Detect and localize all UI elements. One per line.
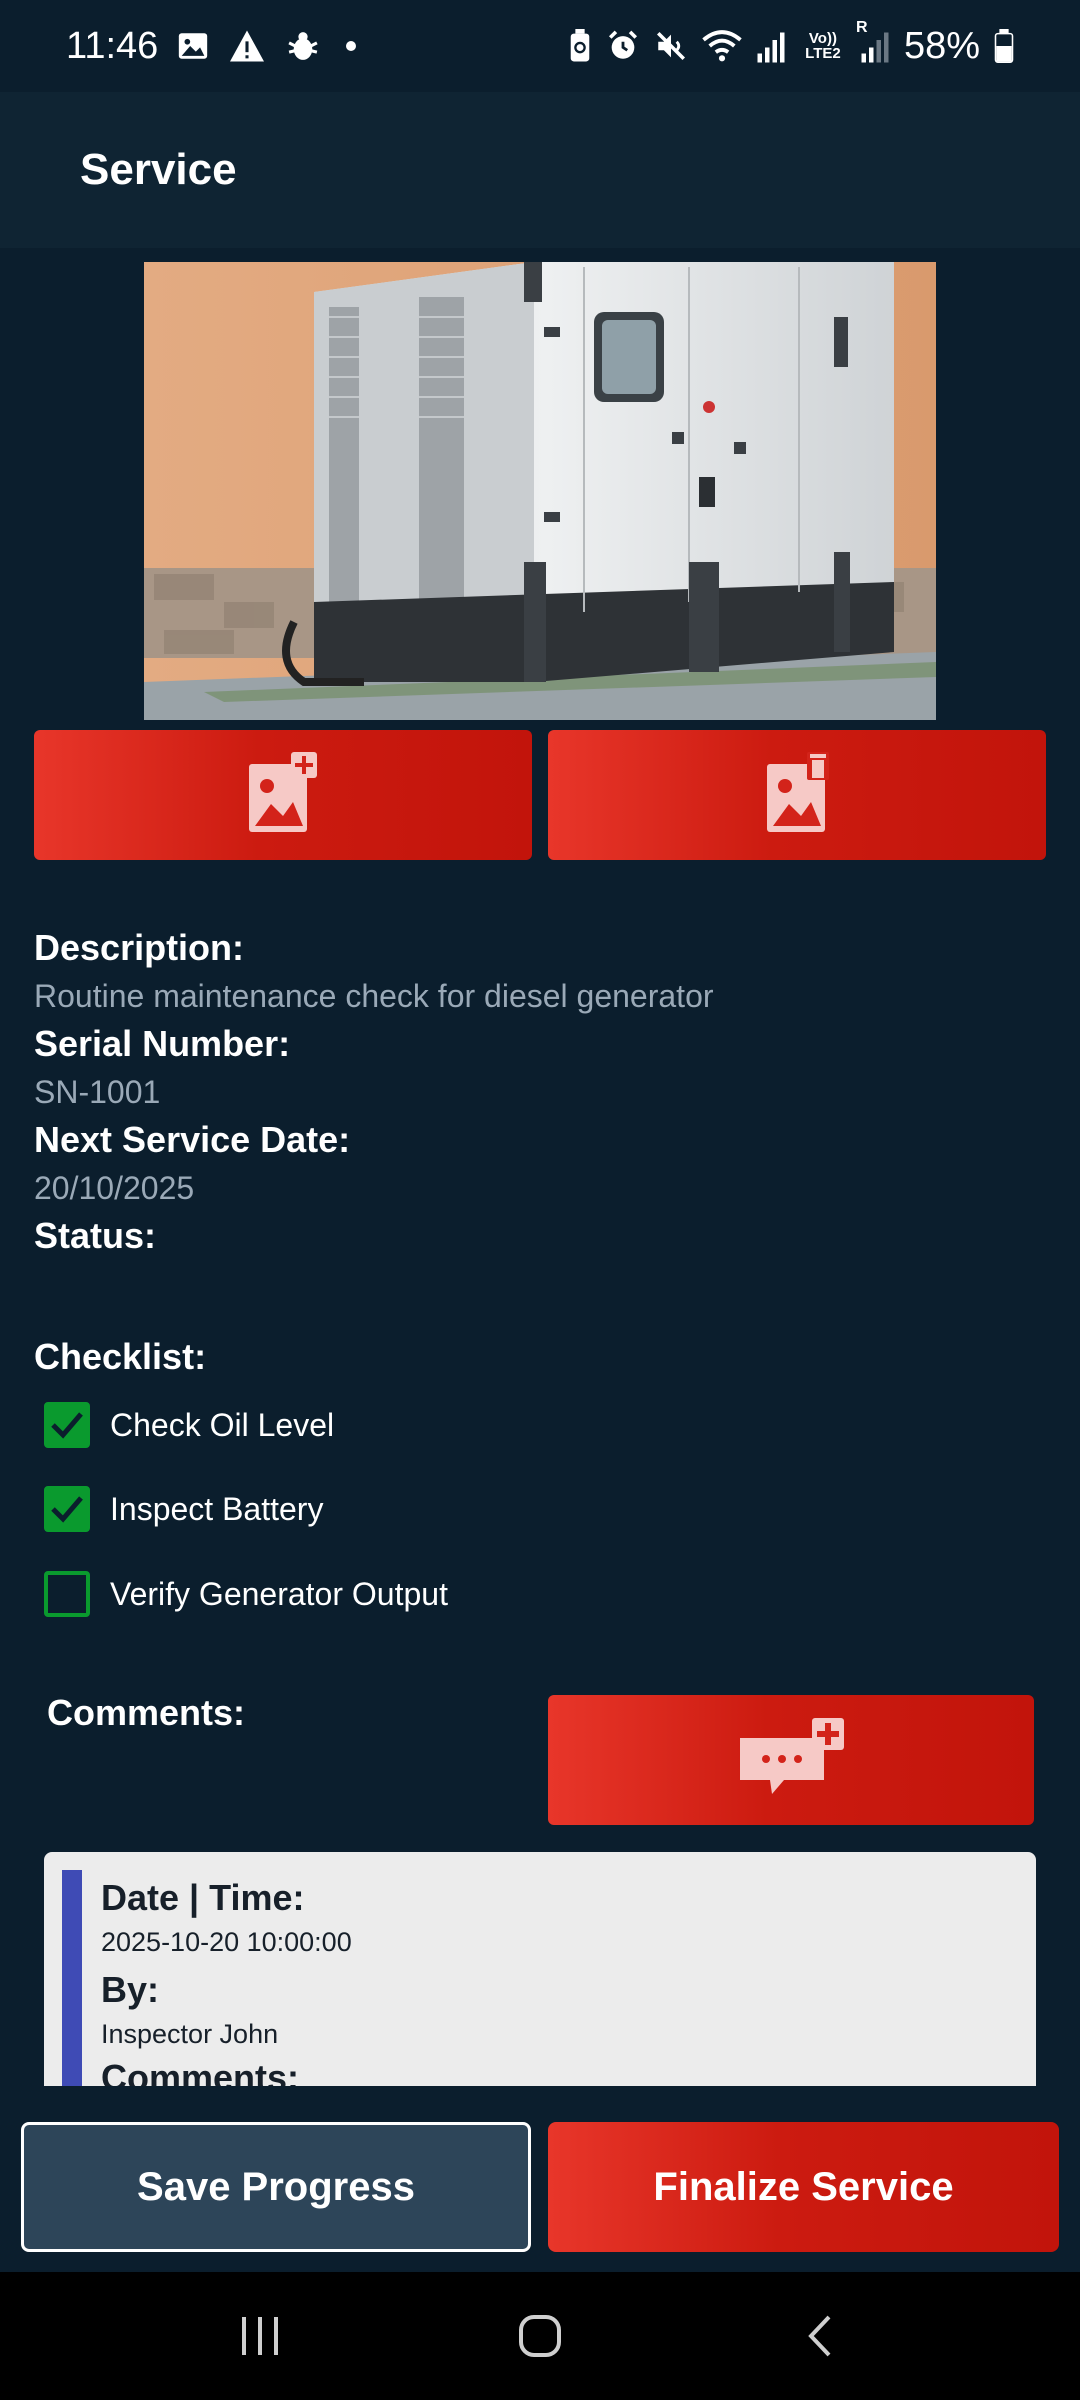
service-details: Description: Routine maintenance check f… bbox=[34, 924, 1044, 1260]
delete-photo-icon bbox=[765, 751, 829, 839]
comment-body: Date | Time: 2025-10-20 10:00:00 By: Ins… bbox=[101, 1874, 352, 2086]
wifi-icon bbox=[702, 29, 742, 63]
back-icon[interactable] bbox=[775, 2291, 865, 2381]
delete-photo-button[interactable] bbox=[548, 730, 1046, 860]
comment-card: Date | Time: 2025-10-20 10:00:00 By: Ins… bbox=[44, 1852, 1036, 2086]
checkbox-checked[interactable] bbox=[44, 1486, 90, 1532]
checklist-item-label: Inspect Battery bbox=[110, 1490, 324, 1527]
finalize-service-button[interactable]: Finalize Service bbox=[548, 2122, 1059, 2252]
battery-saver-icon bbox=[568, 29, 592, 63]
checklist-item-label: Verify Generator Output bbox=[110, 1575, 448, 1612]
warning-icon bbox=[228, 29, 266, 63]
checklist-item[interactable]: Inspect Battery bbox=[44, 1486, 323, 1532]
checklist-item[interactable]: Check Oil Level bbox=[44, 1402, 334, 1448]
battery-percent: 58% bbox=[903, 24, 980, 67]
home-icon[interactable] bbox=[495, 2291, 585, 2381]
comment-date-value: 2025-10-20 10:00:00 bbox=[101, 1927, 352, 1957]
checklist-item[interactable]: Verify Generator Output bbox=[44, 1571, 448, 1617]
battery-icon bbox=[994, 29, 1014, 63]
comment-by-value: Inspector John bbox=[101, 2019, 279, 2049]
add-comment-button[interactable] bbox=[548, 1695, 1034, 1825]
status-left: 11:46 bbox=[66, 24, 357, 68]
bug-icon bbox=[284, 29, 322, 63]
alarm-icon bbox=[606, 29, 640, 63]
app-bar: Service bbox=[0, 92, 1080, 248]
save-progress-button[interactable]: Save Progress bbox=[21, 2122, 531, 2252]
next-service-label: Next Service Date: bbox=[34, 1119, 351, 1160]
navigation-bar bbox=[0, 2272, 1080, 2400]
status-time: 11:46 bbox=[66, 24, 159, 67]
signal-roaming-icon: R bbox=[856, 19, 890, 63]
next-service-value: 20/10/2025 bbox=[34, 1170, 195, 1206]
comment-by-label: By: bbox=[101, 1969, 160, 2010]
comment-accent-bar bbox=[62, 1870, 82, 2086]
add-photo-icon bbox=[247, 751, 319, 839]
serial-label: Serial Number: bbox=[34, 1023, 291, 1064]
comments-title: Comments: bbox=[47, 1692, 246, 1733]
volte-label: Vo)) LTE2 bbox=[805, 30, 841, 62]
recents-icon[interactable] bbox=[215, 2291, 305, 2381]
description-value: Routine maintenance check for diesel gen… bbox=[34, 978, 714, 1014]
description-label: Description: bbox=[34, 927, 245, 968]
status-label: Status: bbox=[34, 1215, 157, 1256]
comment-date-label: Date | Time: bbox=[101, 1877, 305, 1918]
add-comment-icon bbox=[736, 1717, 846, 1803]
equipment-photo[interactable] bbox=[144, 262, 936, 720]
volte-icon: Vo)) LTE2 bbox=[800, 31, 846, 61]
checklist-item-label: Check Oil Level bbox=[110, 1406, 335, 1443]
add-photo-button[interactable] bbox=[34, 730, 532, 860]
page-title: Service bbox=[80, 145, 237, 194]
mute-icon bbox=[654, 29, 688, 63]
roaming-label: R bbox=[855, 19, 868, 36]
dot-icon bbox=[346, 41, 357, 51]
gallery-icon bbox=[176, 29, 210, 63]
status-right: Vo)) LTE2 R 58% bbox=[568, 19, 1014, 68]
checkbox-checked[interactable] bbox=[44, 1402, 90, 1448]
status-bar: 11:46 Vo)) LTE2 R 58% bbox=[0, 0, 1080, 92]
comment-comments-label: Comments: bbox=[101, 2057, 300, 2086]
serial-value: SN-1001 bbox=[34, 1074, 161, 1110]
checklist-title: Checklist: bbox=[34, 1336, 207, 1377]
signal-icon bbox=[756, 29, 786, 63]
checkbox-unchecked[interactable] bbox=[44, 1571, 90, 1617]
